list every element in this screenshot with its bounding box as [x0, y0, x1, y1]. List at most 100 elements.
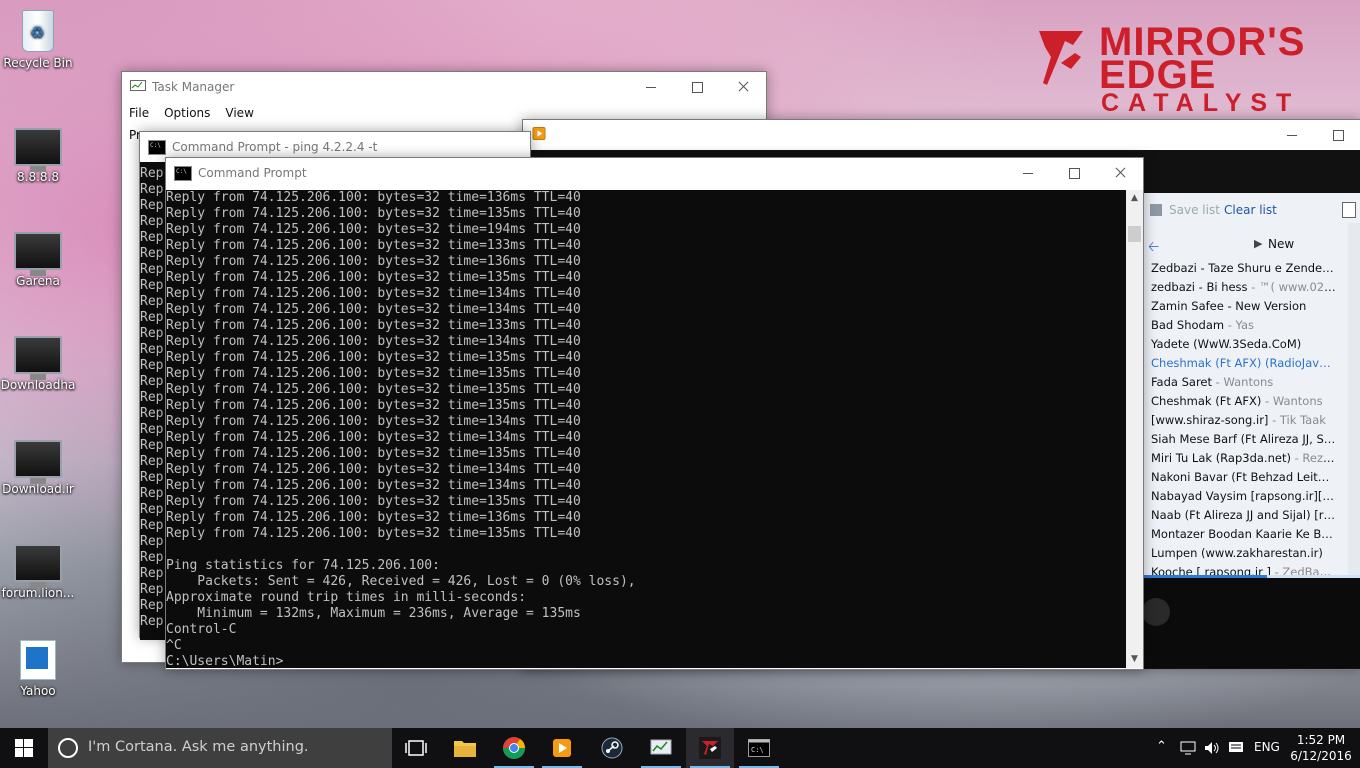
- console-line: Reply from 74.125.206.100: bytes=32 time…: [166, 302, 581, 317]
- playlist-item[interactable]: Montazer Boodan Kaarie Ke Bazi ...: [1144, 525, 1336, 544]
- playlist-item[interactable]: Siah Mese Barf (Ft Alireza JJ, Sijal, ..…: [1144, 430, 1336, 449]
- folder-icon: [454, 741, 476, 757]
- maximize-button[interactable]: [674, 72, 720, 102]
- console-line: C:\Users\Matin>: [166, 654, 284, 668]
- recycle-bin-icon: ♻: [22, 10, 54, 52]
- playlist-item[interactable]: Cheshmak (Ft AFX) (RadioJavan....: [1144, 354, 1336, 373]
- title-bar[interactable]: Task Manager: [122, 72, 766, 102]
- save-icon: [1150, 204, 1162, 216]
- logo-line-3: CATALYST: [1101, 89, 1301, 117]
- playlist-item[interactable]: Zamin Safee - New Version: [1144, 297, 1336, 316]
- save-list-button[interactable]: Save list: [1169, 203, 1220, 217]
- track-title: Yadete (WwW.3Seda.CoM): [1151, 337, 1302, 351]
- clear-list-button[interactable]: Clear list: [1224, 203, 1277, 217]
- minimize-button[interactable]: [628, 72, 674, 102]
- cortana-search-box[interactable]: I'm Cortana. Ask me anything.: [48, 728, 392, 768]
- control-button[interactable]: [1142, 598, 1170, 626]
- title-bar[interactable]: Command Prompt: [166, 158, 1143, 188]
- console-line: Approximate round trip times in milli-se…: [166, 590, 527, 605]
- taskbar-steam[interactable]: [588, 728, 636, 768]
- shortcut-icon: [14, 232, 62, 276]
- taskbar-media-player[interactable]: [538, 728, 586, 768]
- menu-options[interactable]: Options: [164, 102, 210, 124]
- close-button[interactable]: [720, 72, 766, 102]
- playlist-item[interactable]: Yadete (WwW.3Seda.CoM): [1144, 335, 1336, 354]
- playlist-item[interactable]: Zedbazi - Taze Shuru e Zendegim...: [1144, 259, 1336, 278]
- playlist-item[interactable]: Nabayad Vaysim [rapsong.ir][1.ra...: [1144, 487, 1336, 506]
- clock[interactable]: 1:52 PM 6/12/2016: [1290, 732, 1352, 764]
- desktop-icon-yahoo[interactable]: Yahoo: [0, 640, 76, 698]
- desktop-icon-8888[interactable]: 8.8.8.8: [0, 128, 76, 184]
- console-line: Control-C: [166, 622, 237, 637]
- desktop-icon-downloadha[interactable]: Downloadha: [0, 336, 76, 392]
- console-line: Ping statistics for 74.125.206.100:: [166, 558, 440, 573]
- new-playlist-label[interactable]: New: [1268, 237, 1294, 251]
- desktop-icon-label: Garena: [16, 274, 60, 288]
- playlist-icon: ▶: [1254, 237, 1263, 250]
- track-title: Cheshmak (Ft AFX) (RadioJavan....: [1151, 356, 1336, 370]
- console-line: Minimum = 132ms, Maximum = 236ms, Averag…: [166, 606, 581, 621]
- desktop-icon-recycle-bin[interactable]: ♻ Recycle Bin: [0, 10, 76, 70]
- console-line: Reply from 74.125.206.100: bytes=32 time…: [166, 254, 581, 269]
- playlist-item[interactable]: [www.shiraz-song.ir] - Tik Taak: [1144, 411, 1336, 430]
- menu-view[interactable]: View: [225, 102, 253, 124]
- playlist-list: Zedbazi - Taze Shuru e Zendegim... zedbaz…: [1144, 259, 1360, 577]
- show-hidden-icons-button[interactable]: ⌃: [1156, 739, 1167, 754]
- system-tray: ⌃ ENG: [1150, 728, 1290, 768]
- desktop-icon-garena[interactable]: Garena: [0, 232, 76, 288]
- desktop-icon-download-ir[interactable]: Download.ir: [0, 440, 76, 496]
- back-arrow-icon[interactable]: 🡠: [1148, 236, 1159, 260]
- close-button[interactable]: [1097, 158, 1143, 188]
- track-artist: - Wantons: [1261, 394, 1323, 408]
- taskbar-command-prompt[interactable]: C:\: [735, 728, 783, 768]
- playlist-item[interactable]: Miri Tu Lak (Rap3da.net) - Reza Pi...: [1144, 449, 1336, 468]
- playlist-item[interactable]: Naab (Ft Alireza JJ and Sijal) [raps...: [1144, 506, 1336, 525]
- track-title: Fada Saret: [1151, 375, 1213, 389]
- media-player-icon: [553, 739, 571, 757]
- title-bar[interactable]: [523, 120, 1360, 150]
- playlist-item[interactable]: Cheshmak (Ft AFX) - Wantons: [1144, 392, 1336, 411]
- maximize-button[interactable]: [1315, 120, 1360, 150]
- language-indicator[interactable]: ENG: [1254, 740, 1280, 754]
- taskbar-task-manager[interactable]: [637, 728, 685, 768]
- minimize-button[interactable]: [1005, 158, 1051, 188]
- minimize-button[interactable]: [1269, 120, 1315, 150]
- command-prompt-window[interactable]: Command Prompt Reply from 74.125.206.100…: [165, 157, 1144, 670]
- vertical-scrollbar[interactable]: ▲ ▼: [1126, 190, 1143, 668]
- action-center-icon[interactable]: [1228, 741, 1244, 755]
- track-title: Cheshmak (Ft AFX): [1151, 394, 1262, 408]
- scroll-thumb[interactable]: [1128, 226, 1141, 242]
- playlist-item[interactable]: Lumpen (www.zakharestan.ir): [1144, 544, 1336, 563]
- playlist-item[interactable]: zedbazi - Bi hess - ™( www.021dl....: [1144, 278, 1336, 297]
- command-prompt-icon: C:\: [748, 739, 770, 757]
- menu-file[interactable]: File: [129, 102, 149, 124]
- add-playlist-icon[interactable]: [1342, 202, 1356, 218]
- playlist-scrollbar[interactable]: [1348, 223, 1360, 578]
- task-view-button[interactable]: [392, 728, 440, 768]
- desktop-icon-forum-lion[interactable]: forum.lion...: [0, 544, 76, 600]
- console-line: Reply from 74.125.206.100: bytes=32 time…: [166, 334, 581, 349]
- taskbar-chrome[interactable]: [490, 728, 538, 768]
- console-line: Reply from 74.125.206.100: bytes=32 time…: [166, 190, 581, 205]
- window-title: Task Manager: [152, 80, 235, 94]
- start-button[interactable]: [0, 728, 48, 768]
- track-title: Naab (Ft Alireza JJ and Sijal) [raps...: [1151, 508, 1336, 522]
- console-output[interactable]: Reply from 74.125.206.100: bytes=32 time…: [166, 190, 1126, 668]
- console-line: Reply from 74.125.206.100: bytes=32 time…: [166, 446, 581, 461]
- scroll-down-button[interactable]: ▼: [1126, 651, 1143, 668]
- playlist-item[interactable]: Nakoni Bavar (Ft Behzad Leito) [r...: [1144, 468, 1336, 487]
- taskbar-file-explorer[interactable]: [441, 728, 489, 768]
- playlist-item[interactable]: Bad Shodam - Yas: [1144, 316, 1336, 335]
- desktop-icon-label: Downloadha: [0, 378, 76, 392]
- track-title: Zedbazi - Taze Shuru e Zendegim...: [1151, 261, 1336, 275]
- maximize-button[interactable]: [1051, 158, 1097, 188]
- volume-icon[interactable]: [1204, 741, 1220, 755]
- playlist-item[interactable]: Fada Saret - Wantons: [1144, 373, 1336, 392]
- windows-logo-icon: [15, 739, 33, 757]
- network-icon[interactable]: [1180, 741, 1196, 755]
- scroll-up-button[interactable]: ▲: [1126, 190, 1143, 207]
- track-title: Lumpen (www.zakharestan.ir): [1151, 546, 1323, 560]
- taskbar-mirrors-edge[interactable]: [686, 728, 734, 768]
- playlist-toolbar: Save list Clear list: [1144, 193, 1360, 227]
- shortcut-icon: [14, 544, 62, 588]
